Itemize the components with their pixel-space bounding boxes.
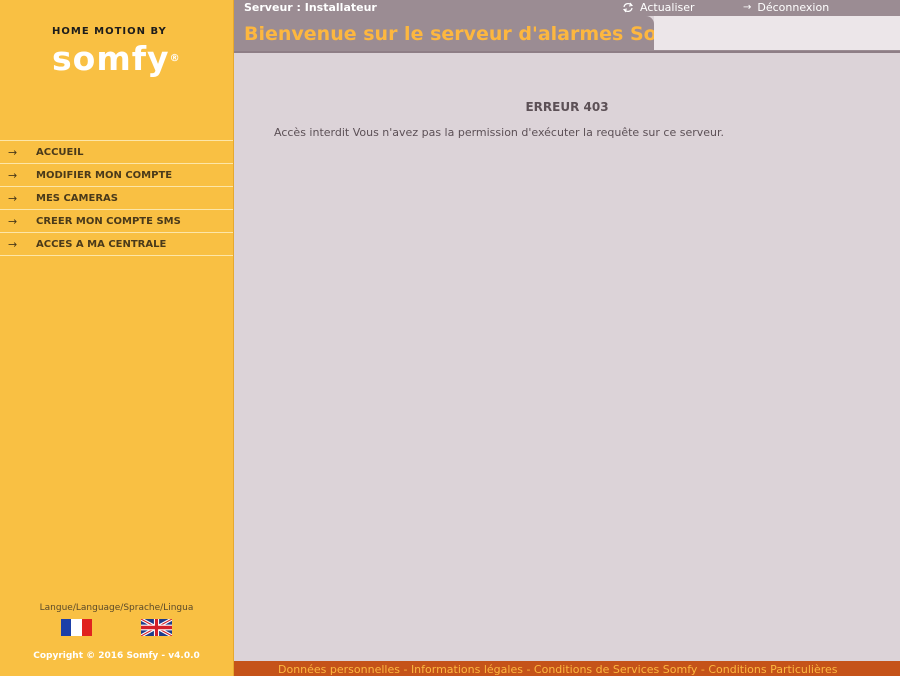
registered-mark: ®: [169, 53, 181, 64]
refresh-label: Actualiser: [640, 1, 695, 14]
nav-item-modifier-compte[interactable]: → MODIFIER MON COMPTE: [0, 164, 233, 187]
logout-label: Déconnexion: [757, 1, 830, 14]
server-label: Serveur : Installateur: [244, 1, 377, 14]
top-bar: Serveur : Installateur Actualiser → Déco…: [234, 0, 900, 16]
footer-separator: -: [522, 663, 534, 676]
refresh-link[interactable]: Actualiser: [622, 1, 695, 14]
arrow-right-icon: →: [743, 2, 752, 13]
footer: Données personnelles - Informations léga…: [234, 661, 900, 676]
france-flag-icon[interactable]: [61, 619, 92, 636]
title-band: [654, 16, 900, 51]
footer-link-conditions-particulieres[interactable]: Conditions Particulières: [708, 663, 837, 676]
nav-item-accueil[interactable]: → ACCUEIL: [0, 141, 233, 164]
arrow-right-icon: →: [8, 168, 18, 182]
somfy-logo-text: somfy: [52, 39, 170, 78]
nav-item-label: MES CAMERAS: [36, 192, 118, 204]
footer-separator: -: [399, 663, 411, 676]
nav-item-label: ACCUEIL: [36, 146, 84, 158]
title-tab: Bienvenue sur le serveur d'alarmes Somfy: [234, 16, 654, 51]
language-label: Langue/Language/Sprache/Lingua: [39, 603, 194, 613]
arrow-right-icon: →: [8, 191, 18, 205]
footer-link-informations[interactable]: Informations légales: [411, 663, 523, 676]
nav-item-label: MODIFIER MON COMPTE: [36, 169, 173, 181]
sidebar: HOME MOTION BY somfy® → ACCUEIL → MODIFI…: [0, 0, 234, 676]
sidebar-nav: → ACCUEIL → MODIFIER MON COMPTE → MES CA…: [0, 140, 233, 256]
arrow-right-icon: →: [8, 237, 18, 251]
brand-tagline: HOME MOTION BY: [52, 26, 167, 37]
arrow-right-icon: →: [8, 145, 18, 159]
brand-logo[interactable]: HOME MOTION BY somfy®: [52, 26, 192, 77]
arrow-right-icon: →: [8, 214, 18, 228]
logout-link[interactable]: → Déconnexion: [743, 1, 829, 14]
error-message: Accès interdit Vous n'avez pas la permis…: [274, 126, 724, 139]
copyright: Copyright © 2016 Somfy - v4.0.0: [33, 651, 200, 661]
footer-link-donnees[interactable]: Données personnelles: [278, 663, 400, 676]
welcome-title: Bienvenue sur le serveur d'alarmes Somfy: [244, 23, 654, 45]
nav-item-label: ACCES A MA CENTRALE: [36, 238, 167, 250]
main-content: ERREUR 403 Accès interdit Vous n'avez pa…: [234, 53, 900, 661]
nav-item-compte-sms[interactable]: → CREER MON COMPTE SMS: [0, 210, 233, 233]
nav-item-label: CREER MON COMPTE SMS: [36, 215, 181, 227]
refresh-icon: [622, 2, 634, 13]
nav-item-centrale[interactable]: → ACCES A MA CENTRALE: [0, 233, 233, 256]
error-title: ERREUR 403: [525, 100, 609, 114]
nav-item-mes-cameras[interactable]: → MES CAMERAS: [0, 187, 233, 210]
footer-link-conditions-services[interactable]: Conditions de Services Somfy: [534, 663, 697, 676]
footer-separator: -: [697, 663, 709, 676]
uk-flag-icon[interactable]: [141, 619, 172, 636]
